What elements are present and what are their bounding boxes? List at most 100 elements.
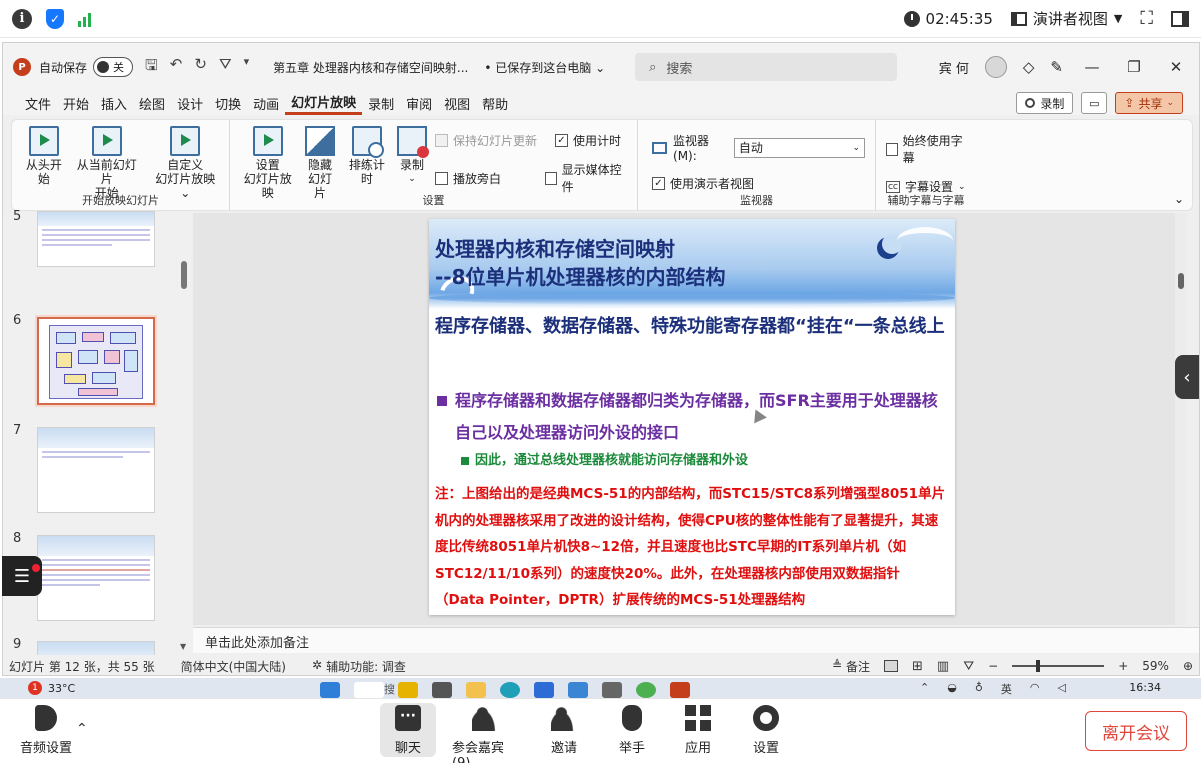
slide-thumbnail[interactable] <box>37 427 155 513</box>
presenter-view-dropdown[interactable]: 演讲者视图 ▼ <box>1010 8 1122 29</box>
mic-icon[interactable]: ♁ <box>975 681 983 697</box>
apps-button[interactable]: 应用 <box>670 705 726 756</box>
store-icon[interactable] <box>534 682 554 698</box>
scrollbar-thumb[interactable] <box>1178 273 1184 289</box>
comments-button[interactable]: ▭ <box>1081 92 1108 114</box>
monitor-select[interactable]: 自动 ⌄ <box>733 137 865 158</box>
pen-icon[interactable]: ✎ <box>1050 58 1063 76</box>
scroll-down-arrow[interactable]: ▼ <box>180 642 186 651</box>
security-shield-icon[interactable]: ✓ <box>46 8 64 29</box>
tab-8[interactable]: 录制 <box>362 91 400 115</box>
record-button[interactable]: 录制 <box>1016 92 1074 114</box>
list-menu-button[interactable]: ☰ <box>2 556 42 596</box>
restore-icon[interactable]: ❐ <box>1121 58 1147 76</box>
tab-2[interactable]: 插入 <box>95 91 133 115</box>
raise-hand-button[interactable]: 举手 <box>604 705 660 756</box>
tab-11[interactable]: 帮助 <box>476 91 514 115</box>
slide-sorter-icon[interactable]: ⊞ <box>912 659 923 674</box>
tab-0[interactable]: 文件 <box>19 91 57 115</box>
settings-button[interactable]: 设置 <box>738 705 794 756</box>
zoom-in-icon[interactable]: + <box>1118 659 1128 673</box>
zoom-slider[interactable] <box>1012 660 1105 672</box>
use-timings-checkbox[interactable]: ✓ 使用计时 <box>555 132 621 149</box>
chevron-up-icon[interactable]: ⌃ <box>920 681 929 697</box>
chevron-left-icon[interactable]: ‹ <box>1175 355 1199 399</box>
slide-bullet-2[interactable]: 因此，通过总线处理器核就能访问存储器和外设 <box>459 451 949 471</box>
input-language[interactable]: 英 <box>1001 681 1012 697</box>
photos-icon[interactable] <box>568 682 588 698</box>
always-subtitles-checkbox[interactable]: 始终使用字幕 <box>886 132 966 166</box>
minimize-icon[interactable]: — <box>1079 58 1105 76</box>
volume-icon[interactable]: ◁ <box>1058 681 1066 697</box>
use-presenter-view-checkbox[interactable]: ✓ 使用演示者视图 <box>652 175 865 192</box>
windows-start-icon[interactable] <box>320 682 340 698</box>
powerpoint-taskbar-icon[interactable] <box>670 682 690 698</box>
fullscreen-icon[interactable]: ⛶ <box>1140 8 1153 29</box>
tab-6[interactable]: 动画 <box>247 91 285 115</box>
signal-strength-icon[interactable] <box>78 11 91 27</box>
accessibility-status[interactable]: ✲ 辅助功能: 调查 <box>312 658 406 675</box>
zoom-out-icon[interactable]: − <box>988 659 998 673</box>
app-icon[interactable] <box>636 682 656 698</box>
customize-qat-icon[interactable]: ▾ <box>244 55 250 80</box>
undo-icon[interactable]: ↶ <box>170 55 183 80</box>
tab-10[interactable]: 视图 <box>438 91 476 115</box>
language-indicator[interactable]: 简体中文(中国大陆) <box>181 658 286 675</box>
thumbnails-scrollbar[interactable]: ▼ <box>177 213 191 655</box>
leave-meeting-button[interactable]: 离开会议 <box>1085 711 1187 751</box>
save-icon[interactable]: 🖫 <box>145 55 158 80</box>
show-media-controls-checkbox[interactable]: 显示媒体控件 <box>544 161 627 195</box>
redo-icon[interactable]: ↻ <box>194 55 207 80</box>
app-icon[interactable] <box>432 682 452 698</box>
notes-toggle[interactable]: ≜ 备注 <box>832 658 870 675</box>
chat-button[interactable]: 聊天 <box>380 703 436 757</box>
diamond-icon[interactable]: ◇ <box>1023 58 1035 76</box>
close-icon[interactable]: ✕ <box>1163 58 1189 76</box>
fit-slide-icon[interactable]: ⊕ <box>1183 659 1193 673</box>
avatar[interactable] <box>984 56 1007 78</box>
chevron-up-icon[interactable]: ⌃ <box>76 721 88 737</box>
slide-thumbnail-selected[interactable] <box>37 317 155 405</box>
slide-bullet-1[interactable]: 程序存储器和数据存储器都归类为存储器，而SFR主要用于处理器核自己以及处理器访问… <box>435 385 951 449</box>
tab-5[interactable]: 切换 <box>209 91 247 115</box>
collapse-ribbon-icon[interactable]: ⌄ <box>1174 192 1184 206</box>
slide-note-text[interactable]: 注：上图给出的是经典MCS-51的内部结构，而STC15/STC8系列增强型80… <box>435 481 949 614</box>
tab-3[interactable]: 绘图 <box>133 91 171 115</box>
tab-7[interactable]: 幻灯片放映 <box>285 91 363 115</box>
weather-widget[interactable]: 1 33°C <box>28 681 75 695</box>
slide-scrollbar[interactable] <box>1175 213 1187 625</box>
share-button[interactable]: ⇪ 共享 ⌄ <box>1115 92 1183 114</box>
slide-thumbnail[interactable] <box>37 535 155 621</box>
scrollbar-thumb[interactable] <box>181 261 187 289</box>
slide-subtitle[interactable]: 程序存储器、数据存储器、特殊功能寄存器都“挂在“一条总线上 <box>435 309 951 345</box>
calculator-icon[interactable] <box>602 682 622 698</box>
save-status[interactable]: • 已保存到这台电脑 ⌄ <box>484 59 605 76</box>
taskbar-clock[interactable]: 16:34 <box>1129 681 1161 694</box>
participants-button[interactable]: 参会嘉宾(9) <box>452 705 518 763</box>
tab-1[interactable]: 开始 <box>57 91 95 115</box>
current-slide[interactable]: 处理器内核和存储空间映射 --8位单片机处理器核的内部结构 程序存储器、数据存储… <box>429 219 955 615</box>
present-icon[interactable]: ⛛ <box>219 55 232 80</box>
zoom-level[interactable]: 59% <box>1142 659 1169 673</box>
document-title[interactable]: 第五章 处理器内核和存储空间映射... <box>273 59 468 76</box>
wifi-icon[interactable]: ◠ <box>1030 681 1040 697</box>
invite-button[interactable]: 邀请 <box>536 705 592 756</box>
slideshow-view-icon[interactable]: ⛛ <box>963 659 974 674</box>
notes-pane[interactable]: 单击此处添加备注 <box>193 627 1199 653</box>
reading-view-icon[interactable]: ▥ <box>937 659 949 674</box>
app-icon[interactable] <box>398 682 418 698</box>
slide-editing-area[interactable]: 处理器内核和存储空间映射 --8位单片机处理器核的内部结构 程序存储器、数据存储… <box>193 213 1187 625</box>
tab-9[interactable]: 审阅 <box>400 91 438 115</box>
tab-4[interactable]: 设计 <box>171 91 209 115</box>
play-narration-checkbox[interactable]: 播放旁白 <box>434 161 527 195</box>
autosave-toggle[interactable]: 关 <box>93 57 134 77</box>
normal-view-icon[interactable] <box>884 660 899 672</box>
info-icon[interactable]: i <box>12 8 32 29</box>
sidebar-toggle-icon[interactable] <box>1171 10 1189 27</box>
slide-title[interactable]: 处理器内核和存储空间映射 --8位单片机处理器核的内部结构 <box>435 235 855 291</box>
slide-thumbnail[interactable] <box>37 211 155 267</box>
edge-icon[interactable] <box>500 682 520 698</box>
network-icon[interactable]: ◒ <box>947 681 957 697</box>
taskbar-search[interactable]: 搜索 <box>354 682 395 698</box>
search-box[interactable]: ⌕ 搜索 <box>635 53 898 81</box>
